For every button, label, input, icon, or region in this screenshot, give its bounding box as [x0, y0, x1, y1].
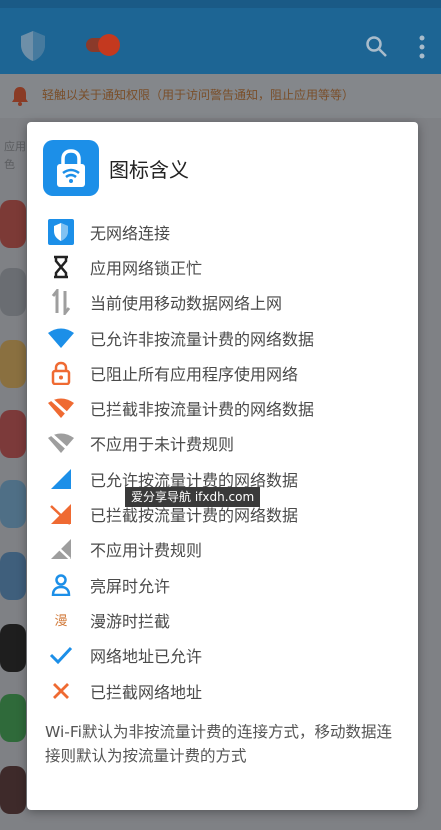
roaming-icon: 漫 — [47, 606, 75, 634]
list-item-label: 已允许非按流量计费的网络数据 — [90, 329, 315, 349]
shield-icon — [47, 218, 75, 246]
list-item-label: 无网络连接 — [90, 223, 171, 243]
list-item: 应用网络锁正忙 — [47, 249, 407, 284]
app-bar — [0, 8, 441, 74]
list-item-label: 不应用计费规则 — [90, 541, 203, 561]
roaming-glyph: 漫 — [54, 614, 68, 630]
list-item-label: 当前使用移动数据网络上网 — [90, 294, 283, 314]
list-item-label: 不应用于未计费规则 — [90, 435, 235, 455]
wifi-blocked-icon — [47, 394, 75, 422]
list-item: 不应用计费规则 — [47, 532, 407, 567]
background-text: 应用 — [4, 140, 26, 153]
list-item-label: 应用网络锁正忙 — [90, 258, 203, 278]
app-lock-icon — [43, 140, 99, 196]
status-bar — [0, 0, 441, 8]
cellular-not-applicable-icon — [47, 535, 75, 563]
search-icon[interactable] — [364, 34, 388, 58]
more-options-icon[interactable] — [418, 34, 426, 60]
background-app-icon — [0, 200, 26, 248]
dialog-footnote: Wi-Fi默认为非按流量计费的连接方式，移动数据连接则默认为按流量计费的方式 — [45, 723, 392, 765]
cellular-blocked-icon — [47, 500, 75, 528]
list-item-label: 漫游时拦截 — [90, 611, 171, 631]
list-item-label: 已拦截非按流量计费的网络数据 — [90, 400, 315, 420]
list-item: 已允许非按流量计费的网络数据 — [47, 320, 407, 355]
bell-icon — [12, 87, 28, 106]
background-app-icon — [0, 552, 26, 600]
list-item: 亮屏时允许 — [47, 567, 407, 602]
app-shield-icon — [21, 31, 45, 61]
icon-legend-dialog: 图标含义 无网络连接 应用网络锁正忙 当前使用移动数据网络上网 已允许非按流量计… — [27, 122, 418, 810]
person-icon — [47, 571, 75, 599]
background-app-icon — [0, 268, 26, 316]
list-item-label: 亮屏时允许 — [90, 576, 171, 596]
list-item: 无网络连接 — [47, 214, 407, 249]
hourglass-icon — [47, 253, 75, 281]
background-app-icon — [0, 624, 26, 672]
cellular-allowed-icon — [47, 465, 75, 493]
notice-text: 轻触以关于通知权限（用于访问警告通知，阻止应用等等） — [42, 88, 355, 102]
dialog-title: 图标含义 — [109, 157, 189, 182]
wifi-allowed-icon — [47, 324, 75, 352]
list-item: 不应用于未计费规则 — [47, 426, 407, 461]
list-item: 网络地址已允许 — [47, 638, 407, 673]
wifi-not-applicable-icon — [47, 429, 75, 457]
background-app-icon — [0, 410, 26, 458]
background-app-icon — [0, 480, 26, 528]
firewall-toggle[interactable] — [86, 34, 120, 56]
watermark: 爱分享导航 ifxdh.com — [125, 487, 261, 507]
list-item: 已阻止所有应用程序使用网络 — [47, 355, 407, 390]
background-app-icon — [0, 766, 26, 814]
background-text: 色 — [4, 158, 15, 171]
background-app-icon — [0, 340, 26, 388]
mobile-data-arrows-icon — [47, 288, 75, 316]
icon-legend-list: 无网络连接 应用网络锁正忙 当前使用移动数据网络上网 已允许非按流量计费的网络数… — [47, 214, 407, 708]
list-item: 已拦截非按流量计费的网络数据 — [47, 390, 407, 425]
notification-banner[interactable]: 轻触以关于通知权限（用于访问警告通知，阻止应用等等） — [0, 74, 441, 118]
list-item-label: 已拦截网络地址 — [90, 682, 203, 702]
dialog-header: 图标含义 — [43, 140, 189, 196]
list-item: 漫 漫游时拦截 — [47, 602, 407, 637]
list-item-label: 网络地址已允许 — [90, 647, 203, 667]
lock-icon — [47, 359, 75, 387]
list-item: 当前使用移动数据网络上网 — [47, 285, 407, 320]
list-item-label: 已阻止所有应用程序使用网络 — [90, 364, 299, 384]
checkmark-icon — [47, 641, 75, 669]
background-app-icon — [0, 694, 26, 742]
cross-icon — [47, 677, 75, 705]
list-item: 已拦截网络地址 — [47, 673, 407, 708]
